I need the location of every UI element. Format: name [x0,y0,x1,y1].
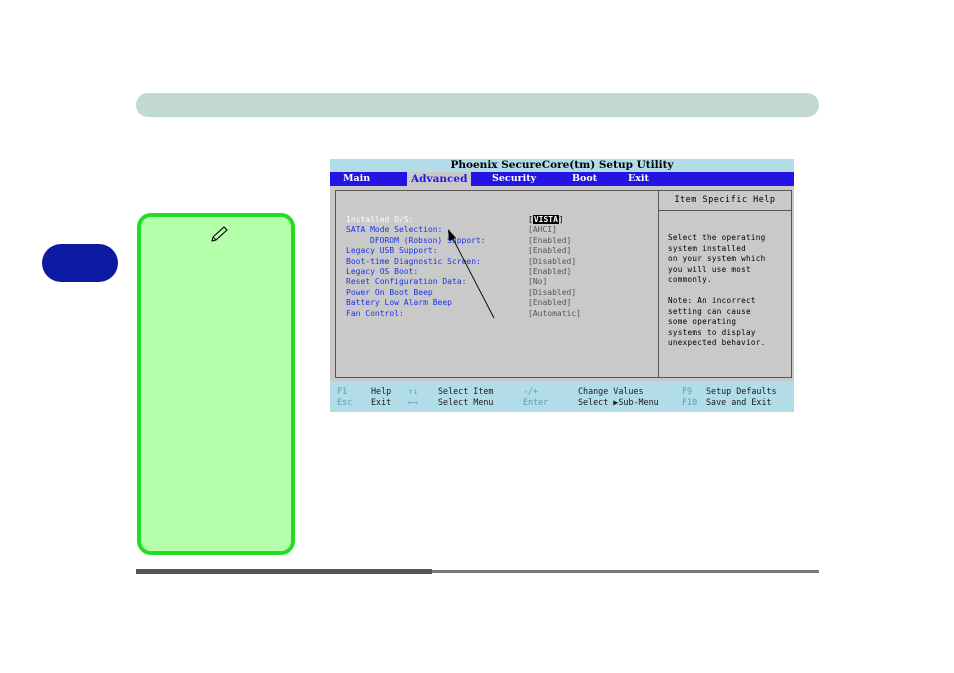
chapter-tab [42,244,118,282]
help-header: Item Specific Help [659,191,791,211]
leftright-arrows-icon: ←→ [408,397,419,407]
help-line: on your system which [668,254,766,263]
options-panel: Installed O/S: [VISTA] SATA Mode Selecti… [335,190,659,378]
help-line: Select the operating [668,233,766,242]
help-line: systems to display [668,327,756,337]
footer-rule-dark [136,569,432,574]
help-line: unexpected behavior. [668,338,766,347]
footer-rule [432,570,819,573]
tab-main[interactable]: Main [339,172,374,186]
help-line: setting can cause [668,306,751,316]
pencil-icon [211,226,228,242]
key-setup-defaults-label: Setup Defaults [706,386,777,396]
key-minus-plus: -/+ [523,386,539,396]
tab-advanced[interactable]: Advanced [407,172,472,186]
help-line: Note: An incorrect [668,296,756,305]
key-legend: F1 Help ↑↓ Select Item -/+ Change Values… [330,381,794,412]
help-panel: Item Specific Help Select the operating … [658,190,792,378]
help-line: some operating [668,317,737,326]
bios-screen: Phoenix SecureCore(tm) Setup Utility Mai… [330,159,794,412]
key-f9: F9 [682,386,693,396]
tab-exit[interactable]: Exit [624,172,653,186]
bios-title: Phoenix SecureCore(tm) Setup Utility [330,159,794,172]
key-save-exit-label: Save and Exit [706,397,772,407]
key-change-values-label: Change Values [578,386,644,396]
key-f10: F10 [682,397,698,407]
key-exit-label: Exit [371,397,392,407]
key-select-item-label: Select Item [438,386,494,396]
key-help-label: Help [371,386,392,396]
help-line: you will use most [668,264,751,274]
menu-bar: Main Advanced Security Boot Exit [330,172,794,186]
tab-security[interactable]: Security [488,172,540,186]
key-esc: Esc [337,397,353,407]
updown-arrows-icon: ↑↓ [408,386,419,396]
help-spacer [668,286,790,297]
tab-boot[interactable]: Boot [568,172,601,186]
page-header-bar [136,93,819,117]
arrow-annotation [448,229,495,319]
help-text: Select the operating system installed on… [668,233,790,349]
note-box [137,213,295,555]
key-enter: Enter [523,397,549,407]
key-select-submenu-label: Select ▶Sub-Menu [578,397,659,407]
key-select-menu-label: Select Menu [438,397,494,407]
key-f1: F1 [337,386,348,396]
help-line: commonly. [668,275,712,284]
help-line: system installed [668,243,746,253]
